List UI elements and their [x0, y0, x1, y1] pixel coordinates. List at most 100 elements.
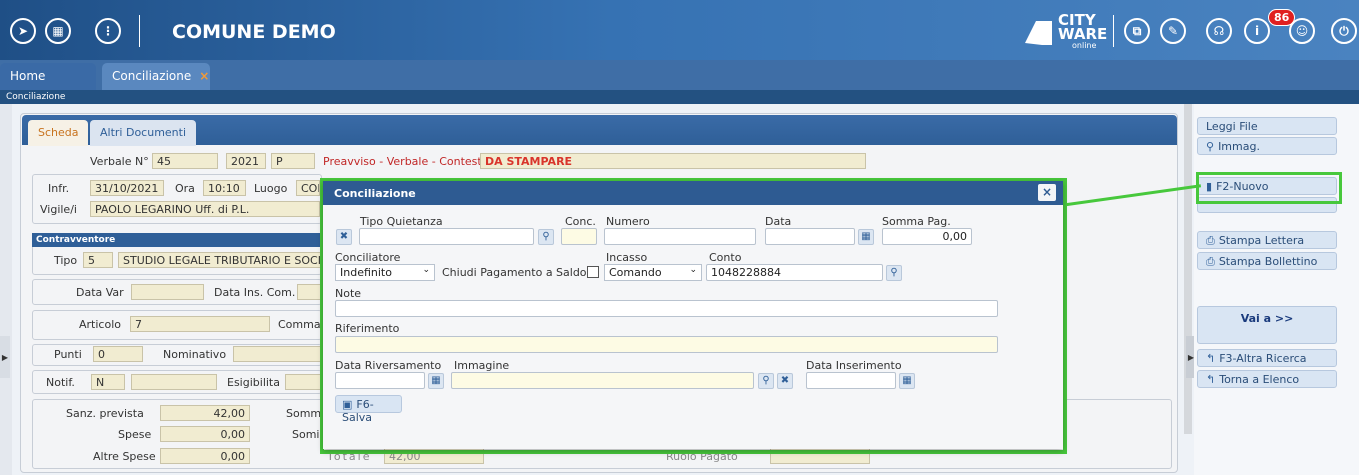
incasso-select[interactable]: Comando ⌄: [604, 264, 702, 281]
user-icon[interactable]: ☺: [1289, 18, 1315, 44]
conc-input[interactable]: [561, 228, 597, 245]
search-icon[interactable]: ⚲: [758, 373, 774, 389]
numero-input[interactable]: [604, 228, 756, 245]
altra-ricerca-button[interactable]: ↰ F3-Altra Ricerca: [1197, 349, 1337, 367]
articolo-label: Articolo: [79, 318, 121, 331]
nominativo-field[interactable]: [233, 346, 321, 362]
highlight-nuovo: [1196, 172, 1342, 204]
ora-field[interactable]: 10:10: [203, 180, 246, 196]
tipo-label: Tipo: [54, 254, 78, 267]
dialog-title: Conciliazione: [323, 181, 1063, 205]
tab-conciliazione[interactable]: Conciliazione ×: [102, 63, 210, 90]
verbale-label: Verbale N°: [90, 155, 149, 168]
punti-field[interactable]: 0: [93, 346, 143, 362]
sanz-label: Sanz. prevista: [66, 407, 144, 420]
tipo-quietanza-input[interactable]: [359, 228, 534, 245]
riferimento-input[interactable]: [335, 336, 998, 353]
power-icon[interactable]: ⏻: [1331, 18, 1357, 44]
tab-scheda[interactable]: Scheda: [28, 120, 88, 146]
data-inserimento-label: Data Inserimento: [806, 359, 902, 372]
torna-elenco-button[interactable]: ↰ Torna a Elenco: [1197, 370, 1337, 388]
info-menu-icon[interactable]: ⋮: [95, 18, 121, 44]
back-arrow-icon: ↰: [1206, 352, 1216, 365]
conto-input[interactable]: 1048228884: [706, 264, 883, 281]
tab-home[interactable]: Home: [0, 63, 96, 90]
search-icon[interactable]: ⚲: [886, 265, 902, 281]
chiudi-pagamento-checkbox[interactable]: [587, 266, 599, 278]
tab-altri-documenti[interactable]: Altri Documenti: [90, 120, 196, 146]
vai-a-button[interactable]: Vai a >>: [1197, 306, 1337, 344]
tipo-desc-field[interactable]: STUDIO LEGALE TRIBUTARIO E SOCIET: [118, 252, 322, 268]
window-icon[interactable]: ⧉: [1124, 18, 1150, 44]
apps-grid-icon[interactable]: ▦: [45, 18, 71, 44]
vigile-field[interactable]: PAOLO LEGARINO Uff. di P.L.: [90, 201, 320, 217]
verbale-anno-field[interactable]: 2021: [226, 153, 266, 169]
spese-field[interactable]: 0,00: [160, 426, 250, 442]
immag-button[interactable]: ⚲ Immag.: [1197, 137, 1337, 155]
riferimento-label: Riferimento: [335, 322, 400, 335]
somma-label-2: Somi: [292, 428, 320, 441]
calendar-icon[interactable]: ▦: [858, 229, 874, 245]
headset-icon[interactable]: ☊: [1206, 18, 1232, 44]
sanz-field[interactable]: 42,00: [160, 405, 250, 421]
luogo-label: Luogo: [254, 182, 288, 195]
cityware-logo: CITY WARE online: [1022, 13, 1107, 50]
contravventore-header: Contravventore: [32, 233, 322, 247]
conciliatore-label: Conciliatore: [335, 251, 401, 264]
save-icon: ▣: [342, 398, 353, 411]
infr-date-field[interactable]: 31/10/2021: [90, 180, 164, 196]
calendar-icon[interactable]: ▦: [428, 373, 444, 389]
immagine-input[interactable]: [451, 372, 754, 389]
immagine-label: Immagine: [454, 359, 510, 372]
stampa-lettera-button[interactable]: ⎙ Stampa Lettera: [1197, 231, 1337, 249]
data-ins-com-field[interactable]: [297, 284, 321, 300]
leggi-file-button[interactable]: Leggi File: [1197, 117, 1337, 135]
info-icon[interactable]: i: [1244, 18, 1270, 44]
stato-field: DA STAMPARE: [480, 153, 866, 169]
tipo-field[interactable]: 5: [83, 252, 113, 268]
spese-label: Spese: [118, 428, 152, 441]
search-icon[interactable]: ⚲: [538, 229, 554, 245]
print-icon: ⎙: [1206, 255, 1215, 268]
salva-button[interactable]: ▣ F6-Salva: [335, 395, 402, 424]
tipo-quietanza-label: Tipo Quietanza: [360, 215, 443, 228]
chevron-down-icon: ⌄: [689, 265, 697, 275]
scrollbar[interactable]: [1184, 104, 1192, 434]
somma-label: Somm: [286, 407, 322, 420]
clear-icon[interactable]: ✖: [336, 229, 352, 245]
data-ins-com-label: Data Ins. Com.: [214, 286, 296, 299]
notif-field[interactable]: N: [91, 374, 125, 390]
articolo-field[interactable]: 7: [130, 316, 270, 332]
notif-label: Notif.: [46, 376, 75, 389]
separator: [139, 15, 140, 47]
chiudi-pagamento-label: Chiudi Pagamento a Saldo: [442, 266, 587, 279]
data-input[interactable]: [765, 228, 855, 245]
dialog-close-icon[interactable]: ×: [1038, 184, 1056, 201]
altre-spese-field[interactable]: 0,00: [160, 448, 250, 464]
luogo-field[interactable]: COR: [296, 180, 320, 196]
data-riversamento-label: Data Riversamento: [335, 359, 442, 372]
collapse-left-icon[interactable]: ▶: [0, 336, 10, 378]
punti-label: Punti: [54, 348, 82, 361]
note-input[interactable]: [335, 300, 998, 317]
verbale-tipo-field[interactable]: P: [271, 153, 315, 169]
data-riversamento-input[interactable]: [335, 372, 425, 389]
data-inserimento-input[interactable]: [806, 372, 896, 389]
navigation-icon[interactable]: ➤: [10, 18, 36, 44]
calendar-icon[interactable]: ▦: [899, 373, 915, 389]
stampa-bollettino-button[interactable]: ⎙ Stampa Bollettino: [1197, 252, 1337, 270]
esigibilita-field[interactable]: [285, 374, 321, 390]
notif-extra-field[interactable]: [131, 374, 217, 390]
search-icon: ⚲: [1206, 140, 1215, 153]
infr-label: Infr.: [48, 182, 70, 195]
verbale-num-field[interactable]: 45: [152, 153, 218, 169]
conciliatore-select[interactable]: Indefinito ⌄: [335, 264, 435, 281]
clear-icon[interactable]: ✖: [777, 373, 793, 389]
data-var-field[interactable]: [131, 284, 204, 300]
note-label: Note: [335, 287, 362, 300]
print-icon: ⎙: [1206, 234, 1215, 247]
close-tab-icon[interactable]: ×: [199, 69, 209, 83]
edit-icon[interactable]: ✎: [1160, 18, 1186, 44]
conto-label: Conto: [709, 251, 742, 264]
somma-pag-input[interactable]: 0,00: [882, 228, 972, 245]
